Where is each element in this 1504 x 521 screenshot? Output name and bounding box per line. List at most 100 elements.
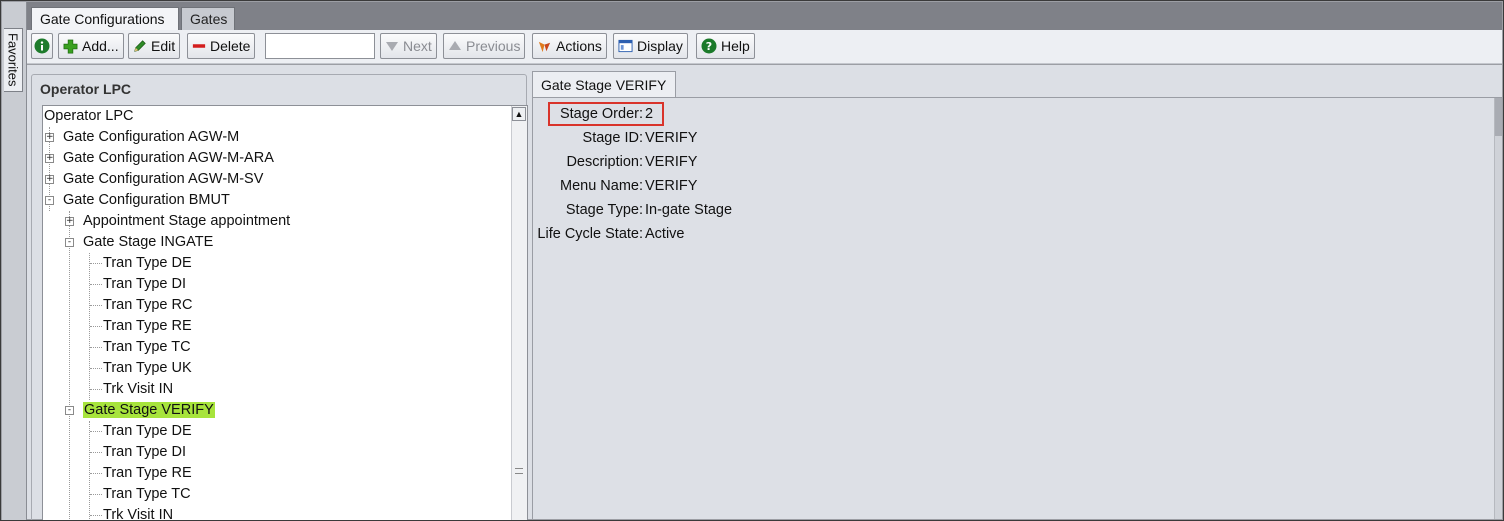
delete-label: Delete	[210, 38, 251, 54]
tree-item-label: Gate Configuration AGW-M-SV	[63, 171, 264, 187]
next-label: Next	[403, 38, 432, 54]
tree-group: Operator LPC Operator LPC + Gate Configu…	[31, 74, 528, 520]
tree-item[interactable]: Tran Type RE	[103, 463, 192, 484]
actions-button[interactable]: Actions	[532, 33, 607, 59]
edit-button[interactable]: Edit	[128, 33, 181, 59]
add-label: Add...	[82, 38, 119, 54]
tree-item[interactable]: Trk Visit IN	[103, 505, 173, 520]
field-value: VERIFY	[645, 130, 698, 146]
tree-item[interactable]: Tran Type TC	[103, 337, 191, 358]
toolbar: Add... Edit Delete Next Previous Actions…	[27, 30, 1502, 64]
tree-connector	[90, 389, 102, 390]
minus-icon	[192, 39, 206, 53]
next-button[interactable]: Next	[380, 33, 437, 59]
tree-root-label: Operator LPC	[44, 108, 134, 124]
tree-item[interactable]: Appointment Stage appointment	[83, 211, 290, 232]
tree-item-label: Gate Configuration BMUT	[63, 192, 230, 208]
tree-item[interactable]: Gate Configuration BMUT	[63, 190, 230, 211]
expand-icon[interactable]: +	[45, 175, 54, 184]
field-label: Stage Order:	[559, 106, 643, 122]
tree-item[interactable]: Tran Type UK	[103, 358, 192, 379]
tree-root[interactable]: Operator LPC	[44, 106, 133, 127]
tree-item[interactable]: Tran Type TC	[103, 484, 191, 505]
previous-label: Previous	[466, 38, 521, 54]
tree-item[interactable]: Trk Visit IN	[103, 379, 173, 400]
edit-label: Edit	[151, 38, 176, 54]
tree-item[interactable]: Gate Configuration AGW-M	[63, 127, 239, 148]
svg-text:?: ?	[706, 40, 712, 53]
collapse-icon[interactable]: -	[45, 196, 54, 205]
tree-connector	[90, 473, 102, 474]
display-button[interactable]: Display	[613, 33, 688, 59]
tree-item-label: Trk Visit IN	[103, 381, 174, 397]
detail-scrollbar[interactable]	[1494, 98, 1502, 519]
tree-connector	[90, 515, 102, 516]
help-icon: ?	[701, 38, 717, 54]
tree-item[interactable]: Tran Type DE	[103, 253, 192, 274]
scroll-grip-icon[interactable]	[515, 468, 523, 474]
info-button[interactable]	[31, 33, 53, 59]
detail-body: Stage Order: 2 Stage ID: VERIFY Descript…	[532, 97, 1502, 519]
tree-item-label: Tran Type RE	[103, 318, 192, 334]
tab-gate-configurations[interactable]: Gate Configurations	[31, 7, 179, 30]
expand-icon[interactable]: +	[65, 217, 74, 226]
actions-label: Actions	[556, 38, 602, 54]
display-icon	[618, 39, 633, 53]
tab-gates[interactable]: Gates	[181, 7, 235, 30]
tree-scrollbar[interactable]: ▲	[511, 106, 527, 520]
tree-connector	[89, 421, 90, 520]
previous-button[interactable]: Previous	[443, 33, 526, 59]
tree-item[interactable]: Gate Configuration AGW-M-ARA	[63, 148, 274, 169]
field-value: VERIFY	[645, 178, 698, 194]
tree-connector	[90, 326, 102, 327]
collapse-icon[interactable]: -	[65, 406, 74, 415]
arrow-up-icon	[448, 40, 462, 52]
field-label: Menu Name:	[559, 178, 643, 194]
delete-button[interactable]: Delete	[187, 33, 256, 59]
field-life-cycle-state: Life Cycle State: Active	[533, 224, 933, 244]
tree-item[interactable]: Tran Type DI	[103, 274, 186, 295]
plus-icon	[63, 39, 78, 54]
tree-item[interactable]: Gate Configuration AGW-M-SV	[63, 169, 263, 190]
tab-gate-stage-verify[interactable]: Gate Stage VERIFY	[532, 71, 676, 97]
tree-item-selected[interactable]: Gate Stage VERIFY	[83, 400, 215, 421]
tree-item-label: Gate Configuration AGW-M-ARA	[63, 150, 274, 166]
tree-item-label: Tran Type TC	[103, 339, 191, 355]
tree-item-label: Gate Configuration AGW-M	[63, 129, 240, 145]
tree-group-title: Operator LPC	[40, 81, 132, 97]
field-stage-order: Stage Order: 2	[533, 104, 933, 124]
expand-icon[interactable]: +	[45, 133, 54, 142]
search-input[interactable]	[265, 33, 375, 59]
tree-item[interactable]: Tran Type RC	[103, 295, 192, 316]
display-label: Display	[637, 38, 683, 54]
scroll-up-icon[interactable]: ▲	[512, 107, 526, 121]
field-value: 2	[645, 106, 654, 122]
field-description: Description: VERIFY	[533, 152, 933, 172]
tree-item-label: Tran Type UK	[103, 360, 192, 376]
field-label: Life Cycle State:	[537, 226, 643, 242]
favorites-tab[interactable]: Favorites	[4, 28, 23, 92]
tree-connector	[90, 494, 102, 495]
tree-view[interactable]: Operator LPC + Gate Configuration AGW-M …	[42, 105, 528, 520]
tree-item-label: Tran Type RC	[103, 297, 193, 313]
add-button[interactable]: Add...	[58, 33, 124, 59]
pencil-icon	[133, 39, 147, 53]
tree-item[interactable]: Tran Type DI	[103, 442, 186, 463]
tree-item-label: Tran Type RE	[103, 465, 192, 481]
expand-icon[interactable]: +	[45, 154, 54, 163]
tree-item[interactable]: Tran Type RE	[103, 316, 192, 337]
detail-scrollbar-thumb[interactable]	[1495, 98, 1502, 136]
tree-item-label: Tran Type DI	[103, 276, 187, 292]
field-label: Description:	[566, 154, 643, 170]
help-button[interactable]: ? Help	[696, 33, 755, 59]
main-area: Operator LPC Operator LPC + Gate Configu…	[27, 65, 1502, 520]
tree-item[interactable]: Tran Type DE	[103, 421, 192, 442]
help-label: Help	[721, 38, 750, 54]
tree-connector	[90, 305, 102, 306]
collapse-icon[interactable]: -	[65, 238, 74, 247]
favorites-strip: Favorites	[2, 2, 27, 520]
tree-connector	[90, 284, 102, 285]
tree-item[interactable]: Gate Stage INGATE	[83, 232, 213, 253]
tree-connector	[90, 452, 102, 453]
field-stage-id: Stage ID: VERIFY	[533, 128, 933, 148]
